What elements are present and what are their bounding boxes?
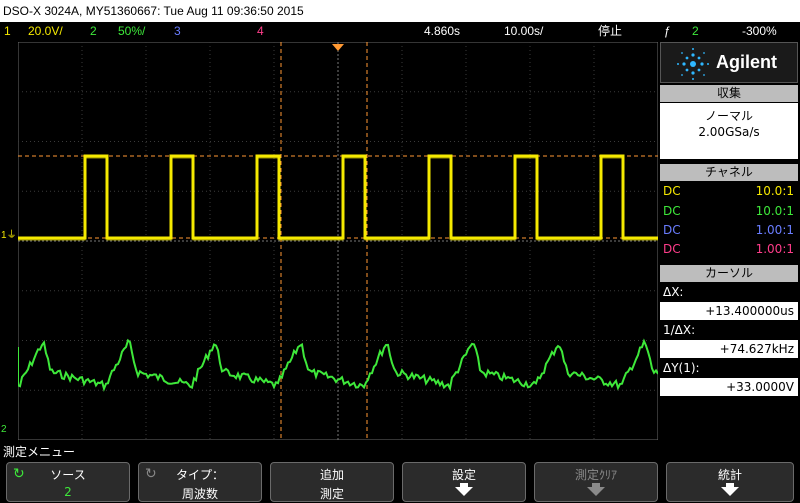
time-scale[interactable]: 10.00s/ <box>504 22 543 40</box>
acquisition-mode: ノーマル <box>704 109 753 123</box>
agilent-spark-icon <box>677 48 709 80</box>
ch1-number[interactable]: 1 <box>4 22 11 40</box>
ch3-number[interactable]: 3 <box>174 22 181 40</box>
ch3-coupling: DC <box>663 223 681 237</box>
run-state: 停止 <box>598 24 623 38</box>
ch2-probe: 10.0:1 <box>755 204 794 218</box>
add-softkey-label-2: 測定 <box>319 487 344 501</box>
info-panel: Agilent 収集 ノーマル 2.00GSa/s チャネル DC 10.0:1… <box>660 42 798 440</box>
inverse-delta-x-label: 1/ΔX: <box>663 323 696 337</box>
sample-rate: 2.00GSa/s <box>698 125 760 139</box>
ch3-probe: 1.00:1 <box>755 223 794 237</box>
channel-list: DC 10.0:1 DC 10.0:1 DC 1.00:1 DC 1.00:1 <box>660 182 798 262</box>
ch2-coupling: DC <box>663 204 681 218</box>
clear-measurement-softkey[interactable]: 測定ｸﾘｱ <box>534 462 658 502</box>
arrow-down-icon <box>455 487 473 496</box>
source-softkey-value: 2 <box>64 485 72 499</box>
delta-x-label: ΔX: <box>663 285 684 299</box>
type-softkey-value: 周波数 <box>181 487 218 501</box>
clear-softkey-label: 測定ｸﾘｱ <box>574 468 617 482</box>
menu-title: 測定メニュー <box>3 445 76 459</box>
window-title: DSO-X 3024A, MY51360667: Tue Aug 11 09:3… <box>0 0 800 22</box>
cursor-readouts: ΔX: +13.400000us 1/ΔX: +74.627kHz ΔY(1):… <box>660 283 798 403</box>
trigger-icon: ƒ <box>664 24 671 38</box>
ch2-scale[interactable]: 50%/ <box>118 22 145 40</box>
settings-softkey[interactable]: 設定 <box>402 462 526 502</box>
channel-header: チャネル <box>660 164 798 181</box>
ground-icon: ⏚ <box>6 230 17 241</box>
delta-y-label: ΔY(1): <box>663 361 700 375</box>
add-softkey-label: 追加 <box>319 468 344 482</box>
waveform-display[interactable] <box>18 42 658 440</box>
ch2-marker-label: 2 <box>1 424 7 435</box>
brand-logo: Agilent <box>660 42 798 83</box>
brand-name: Agilent <box>716 52 777 72</box>
delta-y-value: +33.0000V <box>660 378 798 396</box>
ch1-scale[interactable]: 20.0V/ <box>28 22 63 40</box>
add-measurement-softkey[interactable]: 追加 測定 <box>270 462 394 502</box>
source-softkey[interactable]: ↻ ソース 2 <box>6 462 130 502</box>
trigger-level[interactable]: -300% <box>742 22 777 40</box>
cursor-header: カーソル <box>660 265 798 282</box>
ch2-number[interactable]: 2 <box>90 22 97 40</box>
delta-x-value: +13.400000us <box>660 302 798 320</box>
status-bar: 1 20.0V/ 2 50%/ 3 4 4.860s 10.00s/ 停止 ƒ … <box>0 22 800 40</box>
ch4-probe: 1.00:1 <box>755 242 794 256</box>
source-softkey-label: ソース <box>50 468 86 482</box>
acquisition-header: 収集 <box>660 85 798 102</box>
arrow-down-icon <box>721 487 739 496</box>
ch1-probe: 10.0:1 <box>755 184 794 198</box>
ch4-number[interactable]: 4 <box>257 22 264 40</box>
time-position[interactable]: 4.860s <box>424 22 460 40</box>
graticule <box>18 42 658 440</box>
ch1-ground-marker[interactable]: 1⏚ <box>1 226 17 241</box>
arrow-down-icon <box>587 487 605 496</box>
acquisition-body: ノーマル 2.00GSa/s <box>660 103 798 159</box>
ch2-ground-marker[interactable]: 2 <box>1 424 7 435</box>
inverse-delta-x-value: +74.627kHz <box>660 340 798 358</box>
trigger-channel[interactable]: 2 <box>692 22 699 40</box>
settings-softkey-label: 設定 <box>451 468 476 482</box>
ch4-coupling: DC <box>663 242 681 256</box>
statistics-softkey[interactable]: 統計 <box>666 462 794 502</box>
statistics-softkey-label: 統計 <box>717 468 742 482</box>
ch1-coupling: DC <box>663 184 681 198</box>
type-softkey-label: タイプ： <box>175 468 224 482</box>
type-softkey[interactable]: ↻ タイプ： 周波数 <box>138 462 262 502</box>
